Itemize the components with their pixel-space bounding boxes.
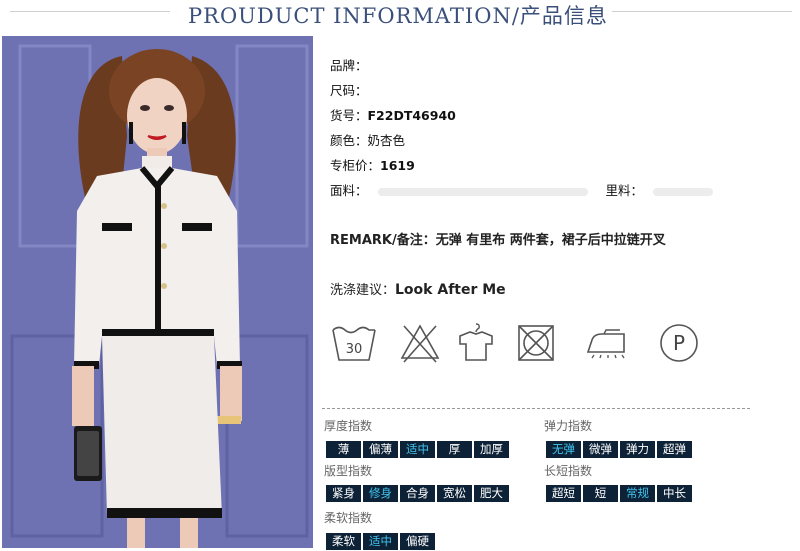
- remark-line: REMARK/备注：无弹 有里布 两件套，裙子后中拉链开叉: [330, 229, 666, 248]
- wash-line: 洗涤建议：Look After Me: [330, 279, 506, 298]
- fit-title: 版型指数: [324, 464, 373, 478]
- dry-clean-letter: P: [673, 331, 685, 355]
- thickness-option: 偏薄: [363, 441, 398, 458]
- fabric-row: 面料： 里料：: [330, 178, 714, 203]
- fabric-redacted: [377, 187, 588, 196]
- price-value: 1619: [380, 158, 415, 173]
- brand-row: 品牌：: [330, 53, 368, 78]
- elasticity-option: 超弹: [657, 441, 692, 458]
- softness-option: 柔软: [326, 533, 361, 550]
- softness-options: 柔软 适中 偏硬: [326, 533, 435, 550]
- length-option: 短: [583, 485, 618, 502]
- thickness-title: 厚度指数: [324, 419, 373, 433]
- lining-label: 里料：: [605, 183, 644, 198]
- sku-value: F22DT46940: [367, 108, 456, 123]
- fit-option: 合身: [400, 485, 435, 502]
- fit-option: 修身: [363, 485, 398, 502]
- thickness-option: 薄: [326, 441, 361, 458]
- sku-label: 货号：: [330, 108, 368, 123]
- fit-option: 紧身: [326, 485, 361, 502]
- elasticity-option: 弹力: [620, 441, 655, 458]
- thickness-options: 薄偏薄 适中厚加厚: [326, 441, 509, 458]
- section-header: PROUDUCT INFORMATION/产品信息: [0, 0, 800, 28]
- thickness-option: 加厚: [474, 441, 509, 458]
- wash-temp-text: 30: [346, 342, 363, 357]
- fit-options: 紧身 修身 合身 宽松 肥大: [326, 485, 509, 502]
- elasticity-option: 无弹: [546, 441, 581, 458]
- section-title: PROUDUCT INFORMATION/产品信息: [188, 4, 608, 28]
- header-rule-left: [10, 11, 170, 12]
- wash-30-icon: 30: [332, 326, 376, 361]
- low-iron-icon: [586, 329, 625, 359]
- softness-option: 偏硬: [400, 533, 435, 550]
- color-row: 颜色：奶杏色: [330, 128, 405, 153]
- price-label: 专柜价：: [330, 158, 381, 173]
- elasticity-options: 无弹 微弹 弹力 超弹: [546, 441, 692, 458]
- wash-label: 洗涤建议：: [330, 283, 396, 298]
- color-value: 奶杏色: [367, 133, 406, 148]
- section-divider: [322, 408, 750, 409]
- elasticity-title: 弹力指数: [544, 419, 593, 433]
- elasticity-option: 微弹: [583, 441, 618, 458]
- remark-value: 无弹 有里布 两件套，裙子后中拉链开叉: [435, 233, 666, 248]
- no-tumble-dry-icon: [518, 325, 554, 361]
- header-rule-right: [612, 11, 792, 12]
- size-row: 尺码：: [330, 78, 368, 103]
- thickness-option: 适中: [400, 441, 435, 458]
- fit-option: 宽松: [437, 485, 472, 502]
- length-option: 中长: [657, 485, 692, 502]
- fit-option: 肥大: [474, 485, 509, 502]
- softness-option: 适中: [363, 533, 398, 550]
- length-title: 长短指数: [544, 464, 593, 478]
- hang-dry-icon: [459, 323, 493, 361]
- length-option: 超短: [546, 485, 581, 502]
- dry-clean-p-icon: P: [660, 324, 698, 362]
- remark-label: REMARK/备注：: [330, 233, 436, 248]
- care-icons: 30 P: [328, 322, 728, 370]
- product-photo: [2, 36, 313, 548]
- length-options: 超短短常规 中长: [546, 485, 692, 502]
- wash-value: Look After Me: [395, 282, 506, 298]
- length-option: 常规: [620, 485, 655, 502]
- sku-row: 货号：F22DT46940: [330, 103, 456, 128]
- price-row: 专柜价：1619: [330, 153, 415, 178]
- thickness-option: 厚: [437, 441, 472, 458]
- no-bleach-icon: [400, 324, 440, 363]
- fabric-label: 面料：: [330, 183, 368, 198]
- softness-title: 柔软指数: [324, 511, 373, 525]
- color-label: 颜色：: [330, 133, 368, 148]
- brand-label: 品牌：: [330, 58, 368, 73]
- lining-redacted: [653, 187, 714, 196]
- size-label: 尺码：: [330, 83, 368, 98]
